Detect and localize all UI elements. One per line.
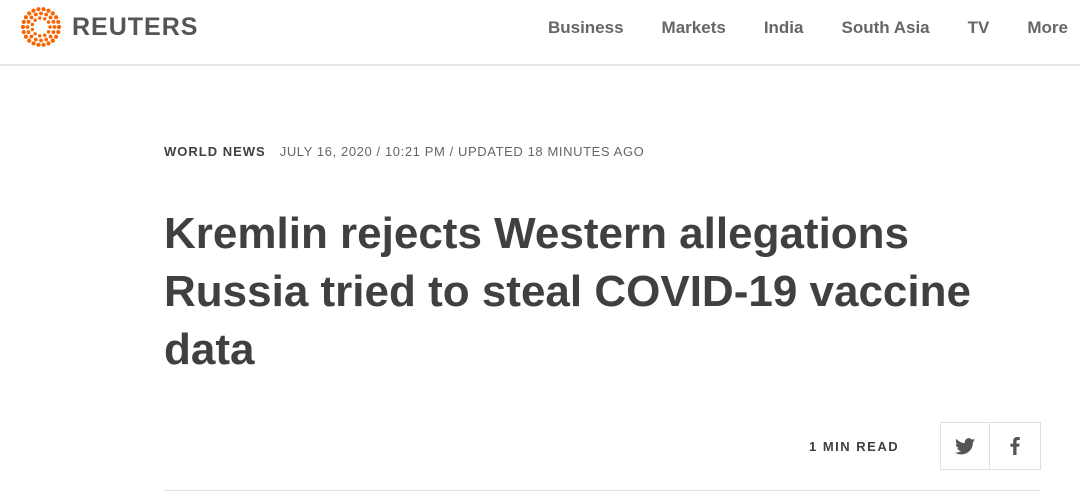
logo-dot (43, 33, 47, 37)
logo-dot (33, 37, 38, 42)
logo-dot (46, 41, 51, 46)
twitter-share-button[interactable] (940, 422, 990, 470)
logo-dot (41, 42, 46, 47)
logo-dot (38, 34, 42, 38)
logo-dot (56, 19, 61, 25)
logo-dot (41, 7, 46, 12)
logo-dot (44, 37, 49, 42)
logo-dot (52, 25, 57, 29)
logo-dot (36, 42, 41, 47)
brand-name: REUTERS (72, 12, 199, 41)
nav-item-markets[interactable]: Markets (662, 18, 726, 38)
facebook-icon (1010, 437, 1020, 455)
share-buttons (940, 422, 1041, 470)
logo-dot (33, 32, 37, 36)
nav-item-more[interactable]: More (1027, 18, 1068, 38)
logo-dot (23, 15, 28, 20)
logo-dot (46, 20, 51, 24)
dateline: JULY 16, 2020 / 10:21 PM / UPDATED 18 MI… (279, 143, 645, 159)
logo-dot (39, 38, 43, 43)
logo-dot (46, 8, 51, 13)
site-header: REUTERS Business Markets India South Asi… (0, 0, 1080, 66)
logo-dot (29, 15, 34, 20)
logo-dot (33, 12, 38, 17)
logo-dot (43, 17, 47, 21)
logo-dot (20, 24, 26, 30)
logo-dot (27, 11, 32, 16)
logo-dot (21, 19, 26, 25)
nav-item-india[interactable]: India (764, 18, 804, 38)
logo-dot (51, 19, 56, 24)
logo-dot (23, 34, 28, 39)
logo-dot (25, 25, 30, 29)
logo-dot (48, 25, 52, 29)
logo-dot (38, 16, 42, 20)
logo-dot (30, 22, 35, 27)
logo-dot (54, 34, 59, 39)
logo-dot (31, 8, 36, 13)
logo-dot (39, 11, 43, 16)
read-time: 1 MIN READ (809, 439, 900, 454)
logo-dot (26, 19, 31, 24)
reuters-logo-icon (20, 7, 62, 47)
logo-dot (27, 38, 32, 43)
main-nav: Business Markets India South Asia TV Mor… (548, 0, 1080, 56)
logo-dot (31, 41, 36, 46)
logo-dot (48, 34, 53, 39)
article-headline: Kremlin rejects Western allegations Russ… (164, 209, 971, 374)
logo-dot (50, 11, 55, 16)
logo-dot (30, 27, 35, 32)
logo-dot (56, 29, 61, 35)
logo-dot (48, 15, 53, 20)
divider (164, 490, 1040, 491)
logo-dot (51, 30, 56, 35)
logo-dot (46, 30, 51, 34)
facebook-share-button[interactable] (990, 422, 1041, 470)
nav-item-south-asia[interactable]: South Asia (841, 18, 929, 38)
logo-dot (29, 34, 34, 39)
logo-dot (44, 12, 49, 17)
reuters-logo[interactable]: REUTERS (20, 6, 198, 48)
nav-item-business[interactable]: Business (548, 18, 624, 38)
logo-dot (54, 15, 59, 20)
logo-dot (21, 29, 26, 35)
logo-dot (36, 7, 41, 12)
logo-dot (26, 30, 31, 35)
logo-dot (33, 18, 37, 22)
twitter-icon (955, 437, 975, 454)
nav-item-tv[interactable]: TV (968, 18, 990, 38)
article-meta: WORLD NEWS JULY 16, 2020 / 10:21 PM / UP… (164, 142, 644, 160)
logo-dot (50, 38, 55, 43)
category-link[interactable]: WORLD NEWS (164, 144, 266, 159)
logo-dot (56, 24, 62, 30)
